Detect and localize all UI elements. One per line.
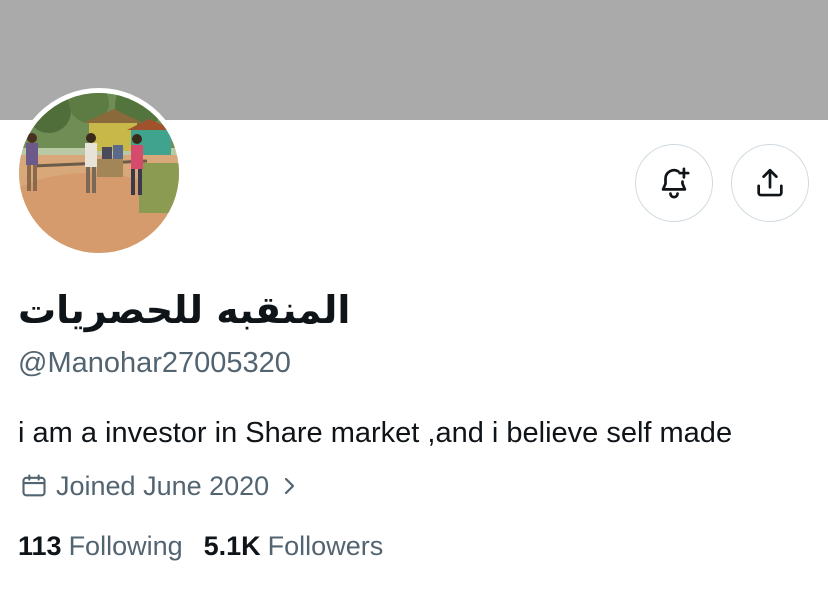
joined-date-text: Joined June 2020: [56, 470, 270, 501]
avatar[interactable]: [19, 93, 179, 253]
following-label: Following: [68, 530, 183, 561]
following-count: 113: [18, 530, 62, 561]
avatar-ring: [14, 88, 184, 258]
notify-button[interactable]: [635, 144, 713, 222]
calendar-icon: [20, 472, 48, 500]
joined-date-row[interactable]: Joined June 2020: [20, 466, 299, 506]
follow-stats: 113 Following 5.1K Followers: [18, 526, 383, 566]
bell-plus-icon: [657, 166, 691, 200]
display-name: المنقبه للحصريات: [18, 288, 351, 332]
followers-count: 5.1K: [203, 530, 261, 561]
user-handle: @Manohar27005320: [18, 347, 291, 379]
share-button[interactable]: [731, 144, 809, 222]
followers-label: Followers: [267, 530, 384, 561]
following-link[interactable]: 113 Following: [18, 531, 183, 562]
share-upload-icon: [753, 166, 787, 200]
chevron-right-icon: [279, 474, 299, 498]
avatar-photo: [19, 93, 179, 253]
profile-page: المنقبه للحصريات @Manohar27005320 i am a…: [0, 0, 828, 593]
followers-link[interactable]: 5.1K Followers: [204, 531, 384, 562]
profile-bio: i am a investor in Share market ,and i b…: [18, 417, 733, 449]
